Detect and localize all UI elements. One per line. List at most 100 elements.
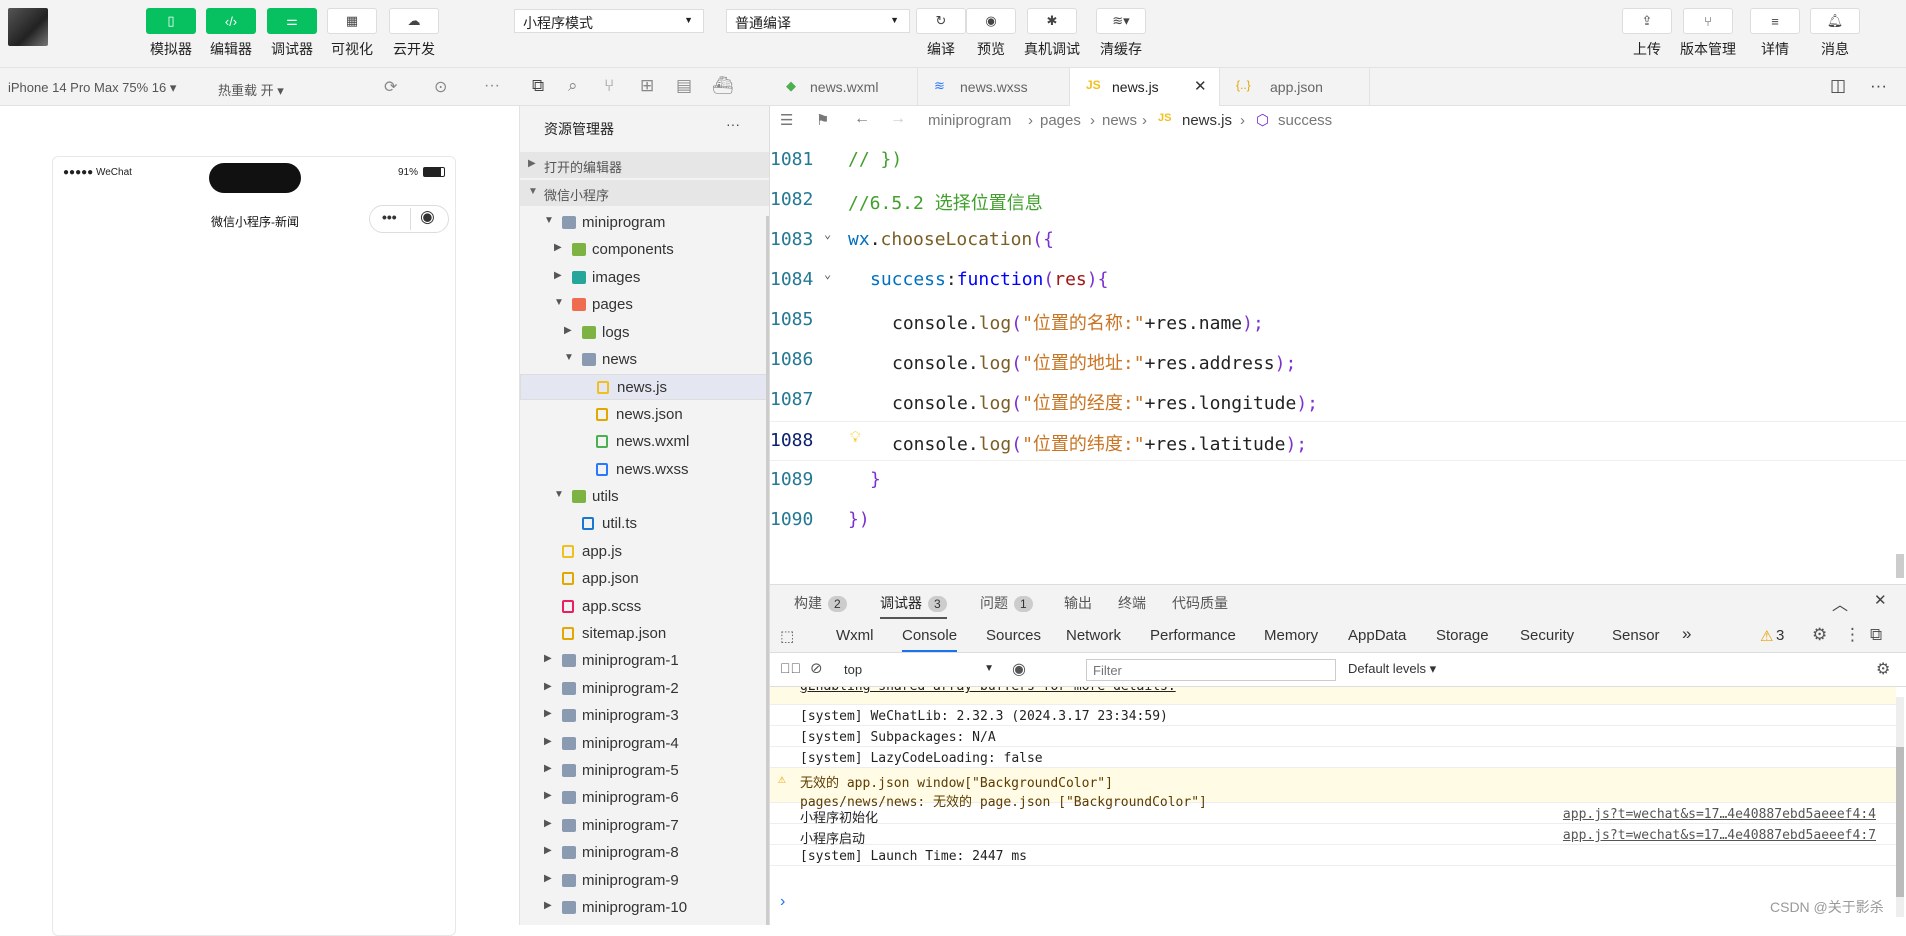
scrollbar[interactable] (1896, 554, 1904, 578)
tab-sensor[interactable]: Sensor (1612, 627, 1660, 644)
hot-reload-toggle[interactable]: 热重载 开 ▾ (218, 80, 284, 99)
console-prompt[interactable]: › (780, 893, 785, 911)
tab-build[interactable]: 构建 2 (794, 593, 847, 613)
tab-debugger[interactable]: 调试器 3 (880, 593, 947, 619)
tab-sources[interactable]: Sources (986, 627, 1041, 644)
context-select[interactable]: top ▼ (838, 659, 998, 681)
visual-button[interactable]: ▦ 可视化 (327, 8, 377, 59)
tree-item[interactable]: app.json (520, 566, 769, 592)
chevron-right-icon[interactable]: ▶ (544, 790, 552, 801)
compile-mode-select[interactable]: 普通编译 ▼ (726, 9, 910, 33)
tab-quality[interactable]: 代码质量 (1172, 593, 1228, 613)
list-icon[interactable]: ☰ (780, 111, 793, 129)
dock-icon[interactable]: ⧉ (1870, 625, 1882, 645)
source-link[interactable]: app.js?t=wechat&s=17…4e40887ebd5aeeef4:4 (1563, 807, 1876, 822)
tree-item[interactable]: news.js (520, 374, 769, 401)
close-icon[interactable]: ✕ (1874, 591, 1887, 609)
inspect-icon[interactable]: ⬚ (780, 627, 794, 645)
open-editors-section[interactable]: ▶ 打开的编辑器 (520, 152, 769, 178)
tab-appdata[interactable]: AppData (1348, 627, 1406, 644)
files-icon[interactable]: ⧉ (532, 76, 544, 96)
tree-item[interactable]: ▼ pages (520, 292, 769, 318)
breadcrumb-item[interactable]: news.js (1182, 112, 1232, 129)
breadcrumb-item[interactable]: news (1102, 112, 1137, 129)
filter-input[interactable] (1086, 659, 1336, 681)
tree-item[interactable]: ▶ miniprogram-2 (520, 676, 769, 702)
tab-output[interactable]: 输出 (1064, 593, 1092, 613)
docker-icon[interactable]: ⛴ (712, 76, 734, 96)
eye-icon[interactable]: ◉ (1012, 659, 1026, 679)
fold-icon[interactable]: ⌄ (824, 267, 831, 281)
tree-item[interactable]: ▶ miniprogram-3 (520, 703, 769, 729)
tab-storage[interactable]: Storage (1436, 627, 1489, 644)
tree-item[interactable]: ▶ miniprogram-7 (520, 813, 769, 839)
more-tabs-button[interactable]: » (1682, 624, 1691, 644)
tree-item[interactable]: sitemap.json (520, 621, 769, 647)
chevron-down-icon[interactable]: ▼ (554, 489, 564, 500)
capsule-menu[interactable]: ••• ◉ (369, 205, 449, 233)
tree-item[interactable]: ▶ miniprogram-4 (520, 731, 769, 757)
split-editor-icon[interactable]: ◫ (1830, 76, 1846, 96)
clear-icon[interactable]: ⊘ (810, 659, 823, 677)
chevron-down-icon[interactable]: ▼ (564, 352, 574, 363)
rotate-icon[interactable]: ⟳ (384, 77, 397, 97)
tab-memory[interactable]: Memory (1264, 627, 1318, 644)
breadcrumb-item[interactable]: pages (1040, 112, 1081, 129)
tab-news-js[interactable]: JS news.js ✕ (1070, 68, 1220, 106)
tree-item[interactable]: ▶ logs (520, 320, 769, 346)
chevron-up-icon[interactable]: ︿ (1832, 591, 1848, 615)
code-editor[interactable]: ☰ ⚑ ← → miniprogram › pages › news › JS … (770, 106, 1906, 584)
tree-item[interactable]: ▶ images (520, 265, 769, 291)
chevron-down-icon[interactable]: ▼ (544, 215, 554, 226)
chevron-right-icon[interactable]: ▶ (544, 763, 552, 774)
tree-item[interactable]: ▶ miniprogram-6 (520, 785, 769, 811)
mode-select[interactable]: 小程序模式 ▼ (514, 9, 704, 33)
back-icon[interactable]: ← (854, 110, 870, 128)
simulator-button[interactable]: ▯ 模拟器 (146, 8, 196, 59)
more-icon[interactable]: ··· (726, 116, 740, 132)
project-section[interactable]: ▼ 微信小程序 (520, 180, 769, 206)
details-button[interactable]: ≡ 详情 (1750, 8, 1800, 59)
chevron-right-icon[interactable]: ▶ (564, 325, 572, 336)
more-dots-icon[interactable]: ••• (382, 209, 397, 225)
breadcrumb-item[interactable]: miniprogram (928, 112, 1011, 129)
chevron-right-icon[interactable]: ▶ (544, 900, 552, 911)
messages-button[interactable]: 🔔︎ 消息 (1810, 8, 1860, 59)
kebab-icon[interactable]: ⋮ (1844, 625, 1861, 645)
chevron-right-icon[interactable]: ▶ (554, 270, 562, 281)
more-icon[interactable]: ··· (484, 77, 500, 95)
tab-app-json[interactable]: {..} app.json (1220, 68, 1370, 106)
device-select[interactable]: iPhone 14 Pro Max 75% 16 ▾ (8, 80, 176, 96)
git-icon[interactable]: ⑂ (604, 76, 614, 96)
version-button[interactable]: ⑂ 版本管理 (1680, 8, 1736, 59)
tree-item[interactable]: ▶ components (520, 237, 769, 263)
tree-item[interactable]: app.scss (520, 594, 769, 620)
tab-network[interactable]: Network (1066, 627, 1121, 644)
tree-item[interactable]: news.wxss (520, 457, 769, 483)
stop-icon[interactable]: ⊙ (434, 77, 447, 97)
gear-icon[interactable]: ⚙ (1876, 659, 1890, 679)
tab-console[interactable]: Console (902, 627, 958, 652)
tree-item[interactable]: news.wxml (520, 429, 769, 455)
chevron-right-icon[interactable]: ▶ (544, 708, 552, 719)
tree-item[interactable]: app.js (520, 539, 769, 565)
editor-button[interactable]: ‹/› 编辑器 (206, 8, 256, 59)
gear-icon[interactable]: ⚙ (1812, 625, 1827, 645)
bookmark-icon[interactable]: ⚑ (816, 111, 829, 129)
panel-icon[interactable]: ▤ (676, 76, 692, 96)
preview-button[interactable]: ◉ 预览 (966, 8, 1016, 59)
search-icon[interactable]: ⌕ (568, 76, 578, 96)
upload-button[interactable]: ⇪ 上传 (1622, 8, 1672, 59)
chevron-right-icon[interactable]: ▶ (544, 653, 552, 664)
tab-terminal[interactable]: 终端 (1118, 593, 1146, 613)
forward-icon[interactable]: → (890, 110, 906, 128)
tree-item[interactable]: ▶ miniprogram-8 (520, 840, 769, 866)
tree-item[interactable]: news.json (520, 402, 769, 428)
breadcrumb-item[interactable]: success (1278, 112, 1332, 129)
tree-item[interactable]: util.ts (520, 511, 769, 537)
source-link[interactable]: app.js?t=wechat&s=17…4e40887ebd5aeeef4:7 (1563, 828, 1876, 843)
compile-button[interactable]: ↻ 编译 (916, 8, 966, 59)
clear-cache-button[interactable]: ≋▾ 清缓存 (1096, 8, 1146, 59)
avatar[interactable] (8, 8, 48, 46)
chevron-right-icon[interactable]: ▶ (544, 736, 552, 747)
